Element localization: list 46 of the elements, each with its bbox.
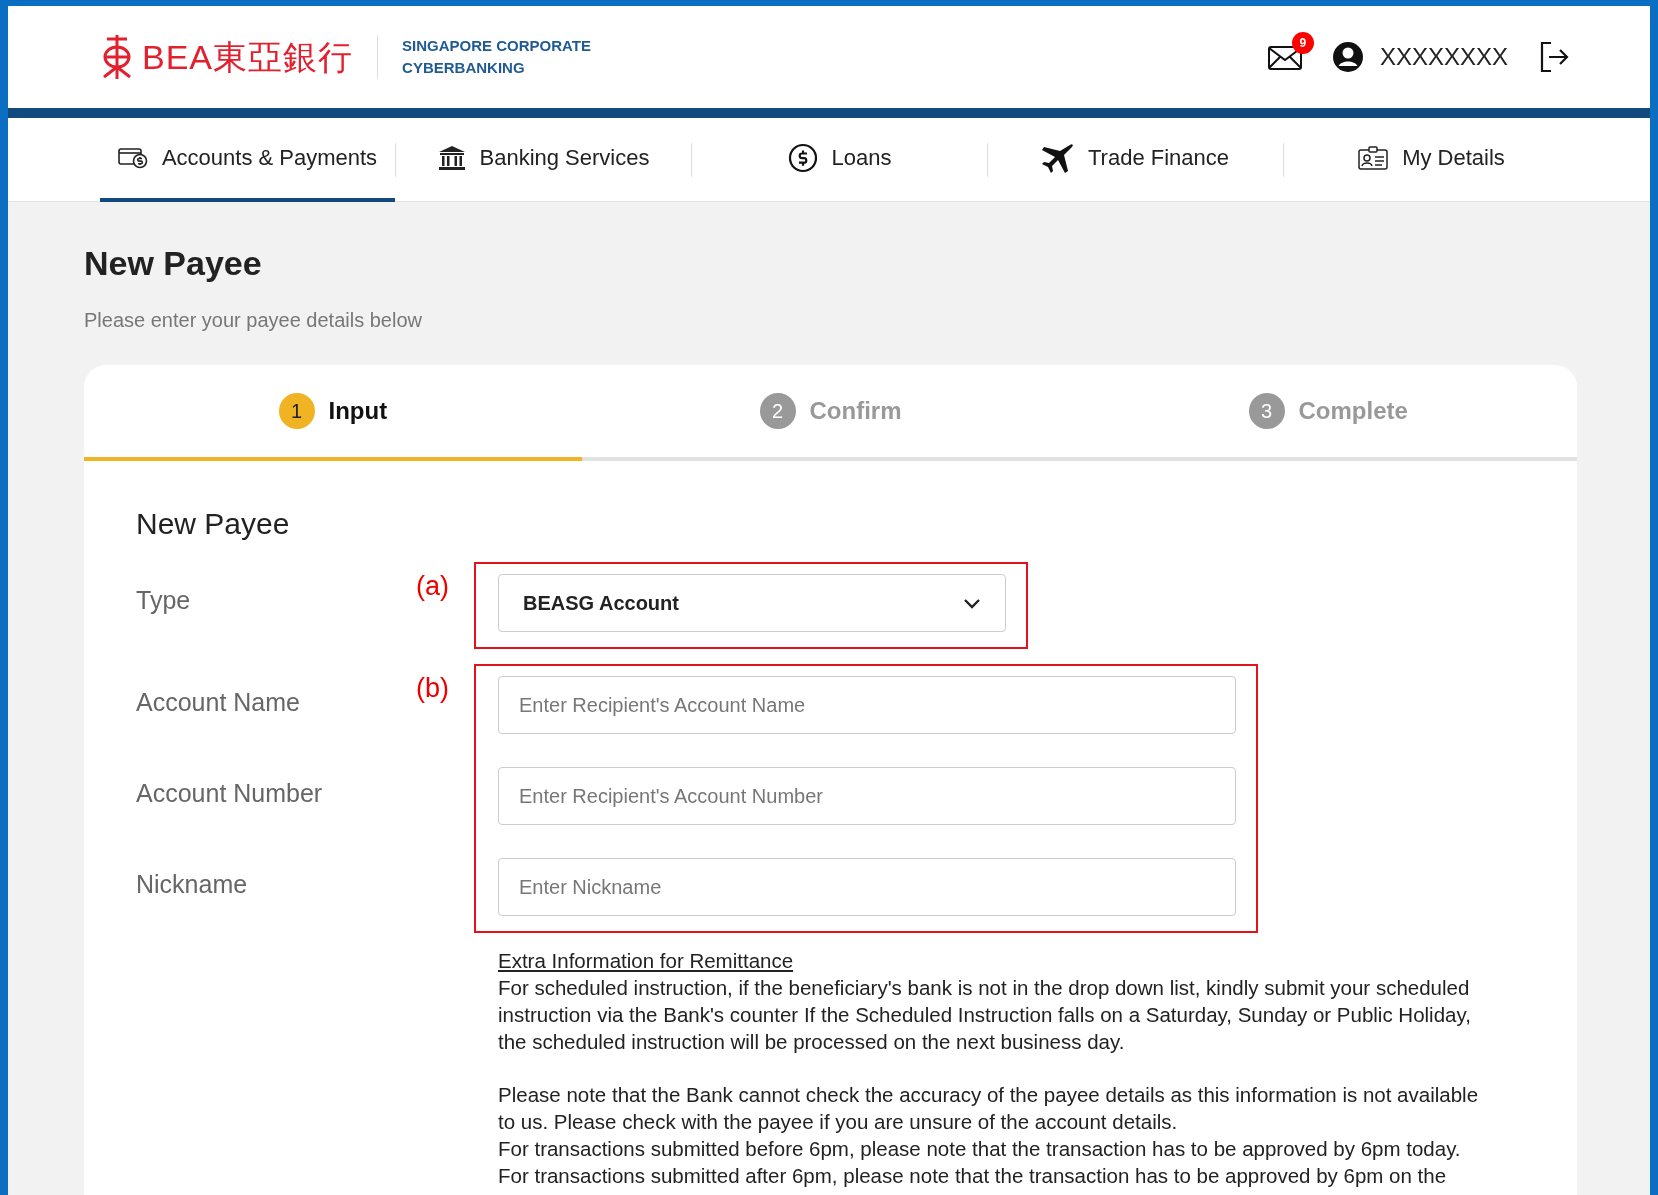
input-field[interactable]: Enter Recipient's Account Name [498,676,1236,734]
dollar-circle-icon [787,142,818,173]
annotation-label: (b) [416,673,449,703]
input-field[interactable]: Enter Nickname [498,858,1236,916]
notification-count: 9 [1291,32,1314,55]
tagline-text: CYBERBANKING [402,58,526,78]
step-number: 2 [759,393,796,429]
remittance-info-link[interactable]: Extra Information for Remittance [498,949,794,972]
nav-tab[interactable]: My Details [1284,117,1579,202]
type-dropdown[interactable]: BEASG Account [498,574,1006,632]
nav-tab[interactable]: Accounts & Payments [100,117,395,202]
nav-tab[interactable]: Loans [692,117,987,202]
info-text: For transactions submitted after 6pm, please note that the transaction has to be approved by 6pm on the [498,1163,1448,1189]
mail-button[interactable] [1267,44,1302,70]
chevron-down-icon [963,597,981,609]
step-label: Input [328,396,388,426]
logout-icon [1538,41,1570,73]
page-title: New Payee [84,243,263,284]
step-label: Complete [1298,396,1408,426]
field-label: Account Name [136,687,301,719]
form-title: New Payee [136,506,291,542]
username-text: XXXXXXXX [1379,42,1508,72]
logo-emblem-icon [100,33,134,81]
input-field[interactable]: Enter Recipient's Account Number [498,767,1236,825]
nav-tab[interactable]: Banking Services [396,117,691,202]
bank-icon [437,144,466,171]
envelope-icon [1267,45,1302,70]
card-dollar-icon [117,146,148,169]
info-text: For transactions submitted before 6pm, please note that the transaction has to be approved by 6pm today. [498,1136,1462,1162]
tagline-text: SINGAPORE CORPORATE [402,36,591,56]
annotation-label: (a) [416,571,449,601]
nav-tab[interactable]: Trade Finance [988,117,1283,202]
step-label: Confirm [809,396,902,426]
info-text: Please note that the Bank cannot check the accuracy of the payee details as this information is not available to us. Please check with the payee if you are unsure of the account details. [498,1082,1480,1135]
id-card-icon [1358,145,1389,170]
field-label: Nickname [136,869,249,901]
field-label: Type [136,585,192,617]
logo-text: BEA東亞銀行 [142,36,354,78]
logout-button[interactable] [1538,41,1570,73]
step-number: 1 [278,393,315,429]
field-label: Account Number [136,778,324,810]
page-subtitle: Please enter your payee details below [84,308,423,333]
airplane-icon [1041,142,1074,173]
info-text: For scheduled instruction, if the beneficiary's bank is not in the drop down list, kindly submit your scheduled instruction via the Bank's counter If the Scheduled Instruction falls on a Saturday, Sunday or Public Holiday, the scheduled instruction will be processed on the next business day. [498,975,1472,1055]
step-number: 3 [1248,393,1285,429]
user-avatar-icon [1331,41,1364,73]
